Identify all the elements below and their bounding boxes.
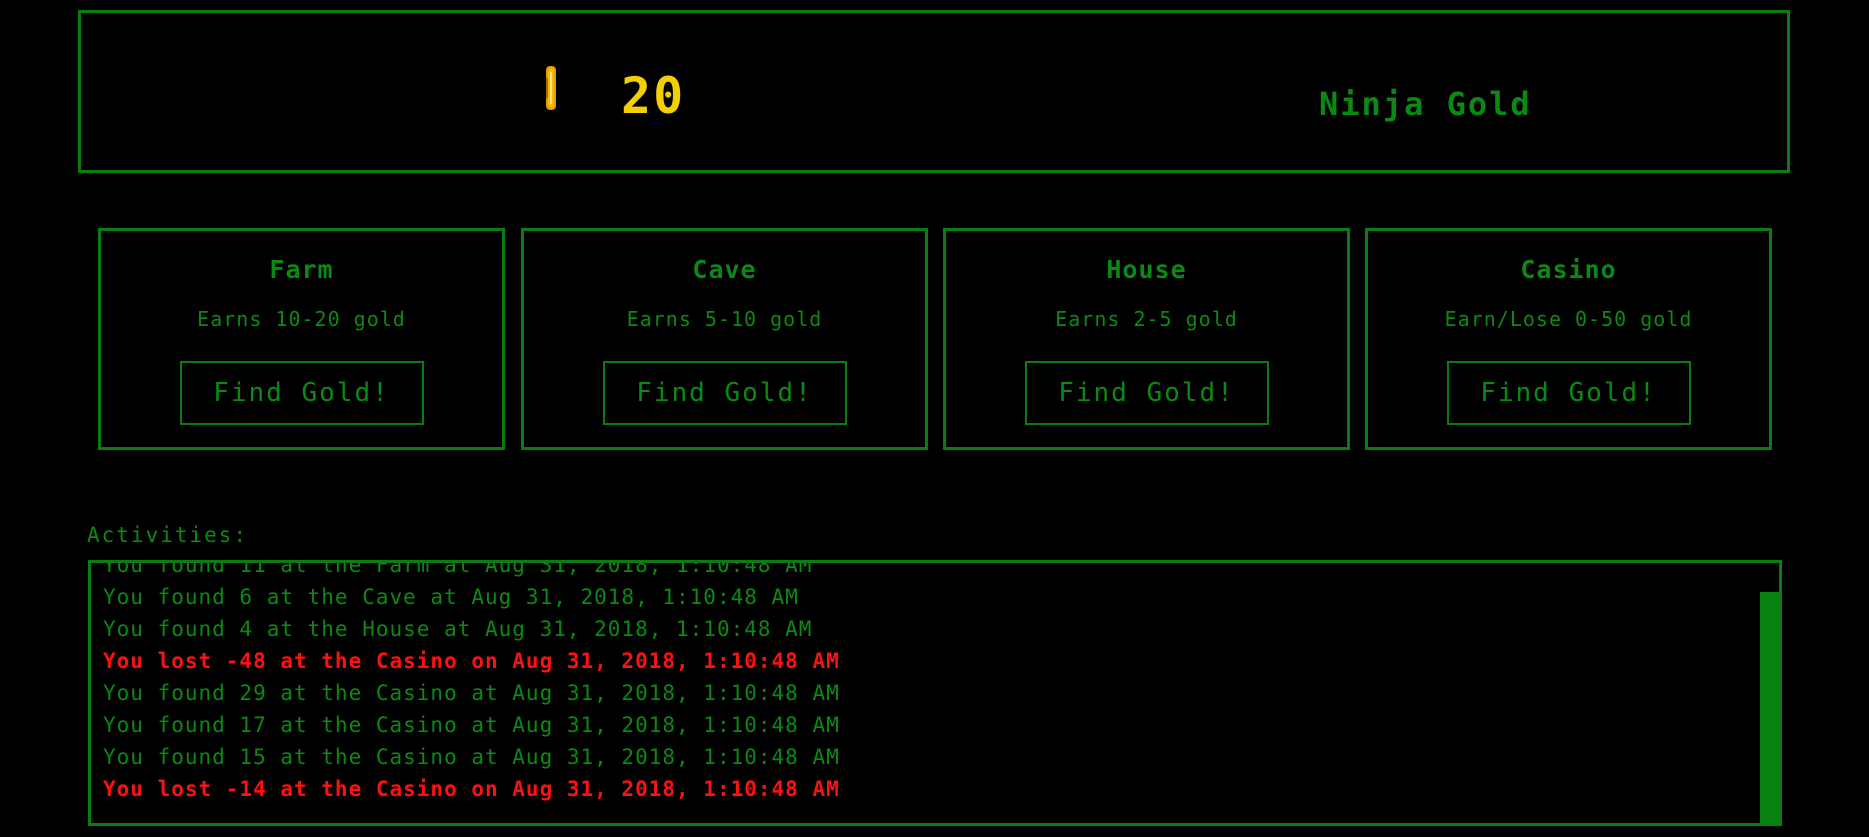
location-name: Farm — [269, 255, 334, 284]
location-description: Earns 5-10 gold — [626, 307, 823, 331]
location-description: Earn/Lose 0-50 gold — [1444, 307, 1693, 331]
location-description: Earns 2-5 gold — [1055, 307, 1238, 331]
find-gold-cave-button[interactable]: Find Gold! — [602, 361, 847, 425]
activity-scrollbar[interactable] — [1759, 563, 1779, 823]
activity-entry: You found 17 at the Casino at Aug 31, 20… — [103, 713, 840, 737]
activity-log[interactable]: You found 11 at the Farm at Aug 31, 2018… — [88, 560, 1782, 826]
activity-entry: You found 29 at the Casino at Aug 31, 20… — [103, 681, 840, 705]
location-card-cave: Cave Earns 5-10 gold Find Gold! — [521, 228, 928, 450]
game-screen: 20 Ninja Gold Farm Earns 10-20 gold Find… — [0, 0, 1869, 837]
location-name: Cave — [692, 255, 757, 284]
activity-entry-loss: You lost -14 at the Casino on Aug 31, 20… — [103, 777, 840, 801]
find-gold-farm-button[interactable]: Find Gold! — [179, 361, 424, 425]
activity-entry: You found 6 at the Cave at Aug 31, 2018,… — [103, 585, 799, 609]
activity-list: You found 11 at the Farm at Aug 31, 2018… — [103, 560, 1755, 805]
location-card-farm: Farm Earns 10-20 gold Find Gold! — [98, 228, 505, 450]
location-name: Casino — [1520, 255, 1617, 284]
activity-entry: You found 11 at the Farm at Aug 31, 2018… — [103, 560, 813, 577]
activity-entry: You found 4 at the House at Aug 31, 2018… — [103, 617, 813, 641]
coin-icon — [542, 64, 560, 112]
activities-label: Activities: — [87, 523, 249, 547]
gold-count: 20 — [621, 67, 686, 125]
scrollbar-thumb[interactable] — [1760, 592, 1779, 823]
activity-entry: You found 15 at the Casino at Aug 31, 20… — [103, 745, 840, 769]
location-description: Earns 10-20 gold — [197, 307, 406, 331]
location-name: House — [1106, 255, 1187, 284]
location-card-casino: Casino Earn/Lose 0-50 gold Find Gold! — [1365, 228, 1772, 450]
game-title: Ninja Gold — [1319, 85, 1532, 123]
location-card-house: House Earns 2-5 gold Find Gold! — [943, 228, 1350, 450]
find-gold-casino-button[interactable]: Find Gold! — [1446, 361, 1691, 425]
find-gold-house-button[interactable]: Find Gold! — [1024, 361, 1269, 425]
activity-entry-loss: You lost -48 at the Casino on Aug 31, 20… — [103, 649, 840, 673]
gold-header: 20 Ninja Gold — [78, 10, 1790, 173]
